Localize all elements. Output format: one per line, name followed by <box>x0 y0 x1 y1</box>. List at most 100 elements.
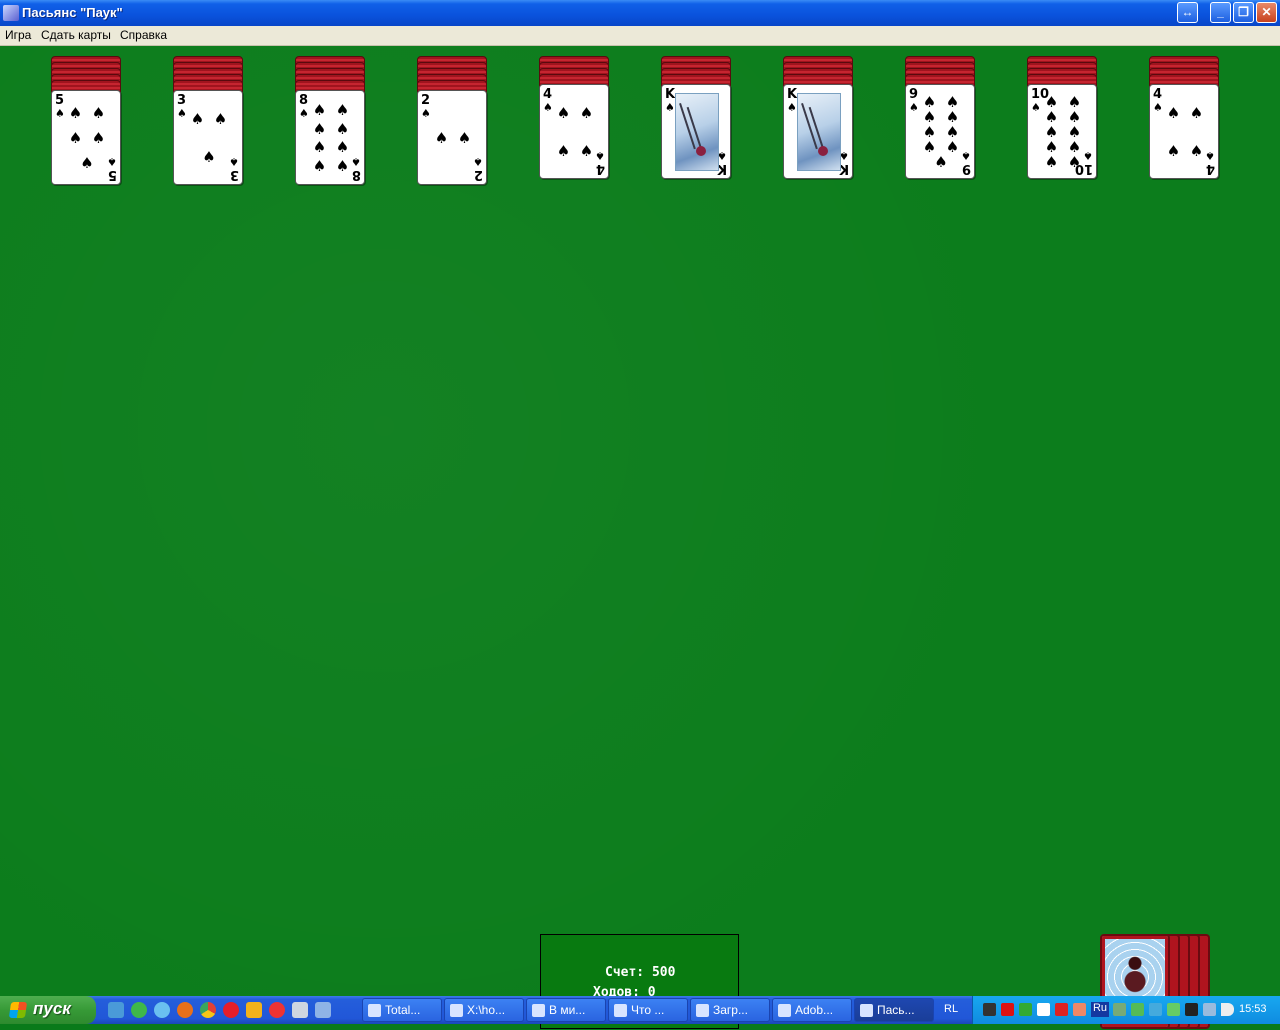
face-up-card[interactable]: 2 ♠ 2 ♠ ♠ ♠ <box>417 90 487 185</box>
card-rank: 5 <box>55 93 65 108</box>
card-rank: K <box>787 87 798 102</box>
card-pips: ♠ ♠ ♠ ♠ ♠ ♠ ♠ ♠ ♠ <box>918 95 964 170</box>
card-pips: ♠ ♠ ♠ ♠ ♠ ♠ ♠ ♠ ♠ ♠ <box>1040 95 1086 170</box>
card-rank: 9 <box>909 87 919 102</box>
taskbar: пуск Total... X:\ho... В ми... Что ... Загр.… <box>0 996 1280 1024</box>
face-up-card[interactable]: 3 ♠ 3 ♠ ♠ ♠ ♠ <box>173 90 243 185</box>
yandex-browser-icon[interactable] <box>223 1002 239 1018</box>
face-up-card[interactable]: K ♠ K ♠ <box>783 84 853 179</box>
title-bar[interactable]: Пасьянс "Паук" ↔ _ ❐ ✕ <box>0 0 1280 26</box>
face-up-card[interactable]: 4 ♠ 4 ♠ ♠ ♠ ♠ ♠ <box>1149 84 1219 179</box>
spade-icon: ♠ <box>335 100 350 119</box>
document-icon[interactable] <box>1037 1003 1050 1016</box>
task-app-icon <box>450 1004 463 1017</box>
clock[interactable]: 15:53 <box>1239 1003 1267 1015</box>
spade-icon: ♠ <box>1067 153 1082 171</box>
spider-solitaire-app-icon[interactable] <box>3 5 19 21</box>
spy-hat-icon[interactable] <box>983 1003 996 1016</box>
tools-icon[interactable] <box>1073 1003 1086 1016</box>
face-up-card[interactable]: K ♠ K ♠ <box>661 84 731 179</box>
globe-icon[interactable] <box>1113 1003 1126 1016</box>
shield-icon[interactable] <box>1167 1003 1180 1016</box>
task-explorer-path[interactable]: X:\ho... <box>444 998 524 1022</box>
task-photoshop[interactable]: Adob... <box>772 998 852 1022</box>
firefox-icon[interactable] <box>177 1002 193 1018</box>
face-up-card[interactable]: 4 ♠ 4 ♠ ♠ ♠ ♠ ♠ <box>539 84 609 179</box>
card-rank: 3 <box>177 93 187 108</box>
start-button[interactable]: пуск <box>0 996 96 1024</box>
chrome-icon[interactable] <box>200 1002 216 1018</box>
start-label: пуск <box>33 999 71 1018</box>
spade-icon: ♠ <box>335 138 350 157</box>
network-green-icon[interactable] <box>1019 1003 1032 1016</box>
task-label: X:\ho... <box>467 1003 506 1017</box>
task-label: В ми... <box>549 1003 586 1017</box>
task-label: Adob... <box>795 1003 834 1017</box>
spade-icon: ♠ <box>434 129 449 147</box>
task-app-icon <box>532 1004 545 1017</box>
restore-button[interactable]: ❐ <box>1233 2 1254 23</box>
window-title: Пасьянс "Паук" <box>22 5 123 20</box>
face-up-card[interactable]: 10 ♠ 10 ♠ ♠ ♠ ♠ ♠ ♠ ♠ ♠ ♠ ♠ ♠ <box>1027 84 1097 179</box>
spade-icon: ♠ <box>335 157 350 176</box>
spade-icon: ♠ <box>579 104 594 123</box>
card-pips: ♠ ♠ ♠ ♠ <box>552 95 598 170</box>
task-label: Загр... <box>713 1003 748 1017</box>
menu-help[interactable]: Справка <box>118 28 169 42</box>
spade-icon: ♠ <box>312 119 327 138</box>
spade-icon: ♠ <box>1166 104 1181 123</box>
task-firefox[interactable]: В ми... <box>526 998 606 1022</box>
spade-icon: ♠ <box>91 129 106 147</box>
task-label: Что ... <box>631 1003 665 1017</box>
task-word-document[interactable]: Что ... <box>608 998 688 1022</box>
score-line: Счет: 500 <box>605 965 675 980</box>
score-label: Счет: <box>605 965 645 980</box>
volume-icon[interactable] <box>1221 1003 1234 1016</box>
red-cross-icon[interactable] <box>269 1002 285 1018</box>
card-rank: K <box>665 87 676 102</box>
frog-icon[interactable] <box>1131 1003 1144 1016</box>
language-indicator[interactable]: RL <box>944 1003 958 1015</box>
task-app-icon <box>778 1004 791 1017</box>
menu-game[interactable]: Игра <box>3 28 33 42</box>
task-spider-solitaire[interactable]: Пась... <box>854 998 934 1022</box>
network-computers-icon[interactable] <box>1185 1003 1198 1016</box>
monitor-icon[interactable] <box>1203 1003 1216 1016</box>
score-value: 500 <box>651 965 676 980</box>
green-gear-icon[interactable] <box>131 1002 147 1018</box>
minimize-button[interactable]: _ <box>1210 2 1231 23</box>
face-up-card[interactable]: 5 ♠ 5 ♠ ♠ ♠ ♠ ♠ ♠ <box>51 90 121 185</box>
spade-icon: ♠ <box>1044 153 1059 171</box>
menu-deal-cards[interactable]: Сдать карты <box>39 28 113 42</box>
spade-icon: ♠ <box>190 110 205 129</box>
spade-icon: ♠ <box>312 157 327 176</box>
close-button[interactable]: ✕ <box>1256 2 1277 23</box>
red-grid-icon[interactable] <box>1055 1003 1068 1016</box>
face-up-card[interactable]: 8 ♠ 8 ♠ ♠ ♠ ♠ ♠ ♠ ♠ ♠ ♠ <box>295 90 365 185</box>
card-pips: ♠ ♠ <box>430 101 476 176</box>
tray-language-icon[interactable]: Ru <box>1091 1002 1109 1017</box>
red-feather-icon[interactable] <box>1001 1003 1014 1016</box>
card-rank: 8 <box>299 93 309 108</box>
notepad-icon[interactable] <box>315 1002 331 1018</box>
card-rank: 2 <box>421 93 431 108</box>
internet-explorer-icon[interactable] <box>154 1002 170 1018</box>
sticky-app-icon[interactable] <box>246 1002 262 1018</box>
task-downloads-folder[interactable]: Загр... <box>690 998 770 1022</box>
show-desktop-icon[interactable] <box>108 1002 124 1018</box>
card-rank: 4 <box>1153 87 1163 102</box>
game-board[interactable]: 5 ♠ 5 ♠ ♠ ♠ ♠ ♠ ♠ 3 ♠ 3 ♠ ♠ ♠ ♠ 8 ♠ 8 ♠ ♠ ♠ ♠ ♠ ♠ ♠ ♠ ♠ 2 ♠ 2 ♠ ♠ ♠ 4 ♠ 4 ♠ ♠ ♠… <box>0 46 1280 1029</box>
task-total-commander[interactable]: Total... <box>362 998 442 1022</box>
resize-button[interactable]: ↔ <box>1177 2 1198 23</box>
card-pips: ♠ ♠ ♠ <box>186 101 232 176</box>
calculator-icon[interactable] <box>292 1002 308 1018</box>
messenger-icon[interactable] <box>1149 1003 1162 1016</box>
spade-icon: ♠ <box>1189 141 1204 160</box>
spade-icon: ♠ <box>1166 141 1181 160</box>
task-app-icon <box>696 1004 709 1017</box>
spade-icon: ♠ <box>213 110 228 129</box>
spade-icon: ♠ <box>579 141 594 160</box>
face-up-card[interactable]: 9 ♠ 9 ♠ ♠ ♠ ♠ ♠ ♠ ♠ ♠ ♠ ♠ <box>905 84 975 179</box>
spade-icon: ♠ <box>68 129 83 147</box>
spade-icon: ♠ <box>312 100 327 119</box>
